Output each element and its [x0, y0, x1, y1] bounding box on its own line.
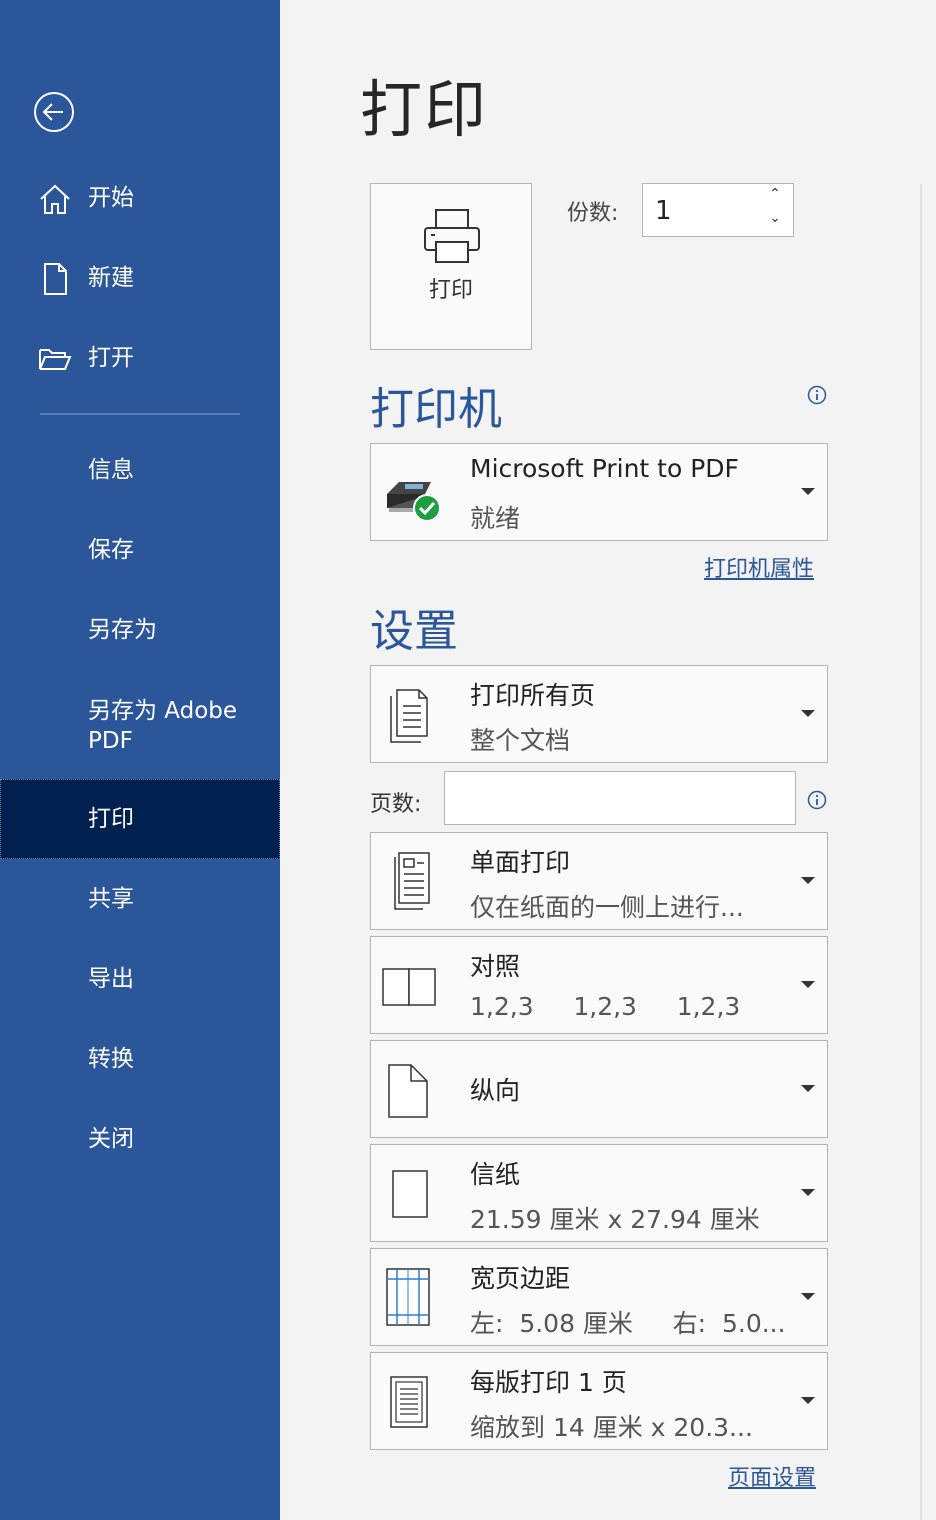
margins-icon [386, 1268, 430, 1326]
margins-title: 宽页边距 [470, 1264, 571, 1293]
chevron-down-icon [801, 488, 815, 495]
nav-save-as-adobe-pdf-label: 另存为 Adobe PDF [88, 698, 238, 754]
nav-export-label: 导出 [88, 966, 134, 992]
chevron-down-icon [801, 981, 815, 988]
paper-size-dropdown[interactable]: 信纸 21.59 厘米 x 27.94 厘米 [370, 1144, 828, 1242]
nav-share[interactable]: 共享 [0, 859, 280, 939]
nav-save-as-adobe-pdf[interactable]: 另存为 Adobe PDF [0, 684, 280, 768]
pages-label: 页数: [370, 792, 422, 817]
nav-save-as[interactable]: 另存为 [0, 590, 280, 670]
printer-status: 就绪 [470, 504, 521, 533]
pages-per-sheet-subtitle: 缩放到 14 厘米 x 20.3... [470, 1413, 753, 1442]
print-range-dropdown[interactable]: 打印所有页 整个文档 [370, 665, 828, 763]
nav-save[interactable]: 保存 [0, 510, 280, 590]
portrait-icon [388, 1064, 428, 1118]
nav-close-label: 关闭 [88, 1126, 134, 1152]
chevron-down-icon [801, 1397, 815, 1404]
nav-share-label: 共享 [88, 886, 134, 912]
open-folder-icon [39, 349, 72, 370]
page-setup-link[interactable]: 页面设置 [728, 1460, 816, 1492]
nav-print-label: 打印 [88, 806, 134, 832]
printer-info-icon[interactable] [807, 385, 827, 405]
copies-up-chevron-icon[interactable]: ⌃ [763, 186, 787, 206]
collate-subtitle: 1,2,3 1,2,3 1,2,3 [470, 992, 741, 1021]
preview-divider [920, 184, 922, 1520]
nav-transform[interactable]: 转换 [0, 1019, 280, 1099]
back-button[interactable] [33, 91, 74, 132]
print-range-subtitle: 整个文档 [470, 726, 571, 755]
printer-icon [424, 209, 480, 263]
print-button[interactable]: 打印 [370, 183, 532, 350]
margins-subtitle: 左: 5.08 厘米 右: 5.0... [470, 1309, 786, 1338]
nav-new[interactable]: 新建 [0, 238, 280, 318]
copies-label: 份数: [567, 201, 619, 226]
one-sided-icon [394, 852, 430, 910]
orientation-title: 纵向 [470, 1076, 521, 1105]
sidebar-divider [40, 413, 240, 415]
copies-down-chevron-icon[interactable]: ⌄ [763, 210, 787, 230]
backstage-sidebar: 开始 新建 打开 信息 保存 另存为 另存为 Adobe PDF 打印 共享 导… [0, 0, 280, 1520]
sides-subtitle: 仅在纸面的一侧上进行... [470, 893, 744, 922]
margins-dropdown[interactable]: 宽页边距 左: 5.08 厘米 右: 5.0... [370, 1248, 828, 1346]
collate-icon [382, 968, 436, 1006]
chevron-down-icon [801, 710, 815, 717]
pages-info-icon[interactable] [807, 790, 827, 810]
print-range-title: 打印所有页 [470, 681, 596, 710]
print-button-label: 打印 [428, 278, 473, 303]
printer-properties-link[interactable]: 打印机属性 [704, 551, 814, 583]
printer-heading: 打印机 [370, 384, 502, 435]
collate-title: 对照 [470, 952, 521, 981]
chevron-down-icon [801, 877, 815, 884]
settings-heading: 设置 [370, 606, 458, 657]
nav-open[interactable]: 打开 [0, 318, 280, 398]
sides-title: 单面打印 [470, 848, 571, 877]
printer-name: Microsoft Print to PDF [470, 454, 739, 483]
paper-size-icon [392, 1170, 428, 1218]
printer-dropdown[interactable]: Microsoft Print to PDF 就绪 [370, 443, 828, 541]
sides-dropdown[interactable]: 单面打印 仅在纸面的一侧上进行... [370, 832, 828, 930]
chevron-down-icon [801, 1293, 815, 1300]
copies-input[interactable] [653, 192, 757, 230]
chevron-down-icon [801, 1189, 815, 1196]
nav-export[interactable]: 导出 [0, 939, 280, 1019]
home-icon [40, 184, 70, 214]
nav-new-label: 新建 [88, 265, 134, 291]
paper-size-subtitle: 21.59 厘米 x 27.94 厘米 [470, 1205, 760, 1234]
nav-save-label: 保存 [88, 537, 134, 563]
collate-dropdown[interactable]: 对照 1,2,3 1,2,3 1,2,3 [370, 936, 828, 1034]
all-pages-icon [390, 689, 428, 743]
new-document-icon [44, 263, 67, 295]
nav-close[interactable]: 关闭 [0, 1099, 280, 1179]
nav-info[interactable]: 信息 [0, 430, 280, 510]
back-arrow-icon [34, 92, 74, 132]
pages-per-sheet-icon [390, 1376, 428, 1428]
pages-field[interactable] [444, 771, 796, 825]
page-title: 打印 [360, 73, 489, 146]
orientation-dropdown[interactable]: 纵向 [370, 1040, 828, 1138]
paper-size-title: 信纸 [470, 1160, 521, 1189]
nav-home[interactable]: 开始 [0, 158, 280, 238]
pages-per-sheet-dropdown[interactable]: 每版打印 1 页 缩放到 14 厘米 x 20.3... [370, 1352, 828, 1450]
nav-open-label: 打开 [88, 345, 134, 371]
nav-print[interactable]: 打印 [0, 779, 280, 859]
print-panel: 打印 打印 份数: ⌃ ⌄ 打印机 Microsoft Print t [280, 0, 936, 1520]
nav-home-label: 开始 [88, 185, 134, 211]
nav-save-as-label: 另存为 [88, 617, 157, 643]
pages-per-sheet-title: 每版打印 1 页 [470, 1368, 627, 1397]
printer-ready-icon [387, 482, 441, 522]
chevron-down-icon [801, 1085, 815, 1092]
nav-info-label: 信息 [88, 457, 134, 483]
nav-transform-label: 转换 [88, 1046, 134, 1072]
copies-stepper[interactable]: ⌃ ⌄ [642, 183, 794, 237]
pages-input[interactable] [453, 772, 787, 822]
